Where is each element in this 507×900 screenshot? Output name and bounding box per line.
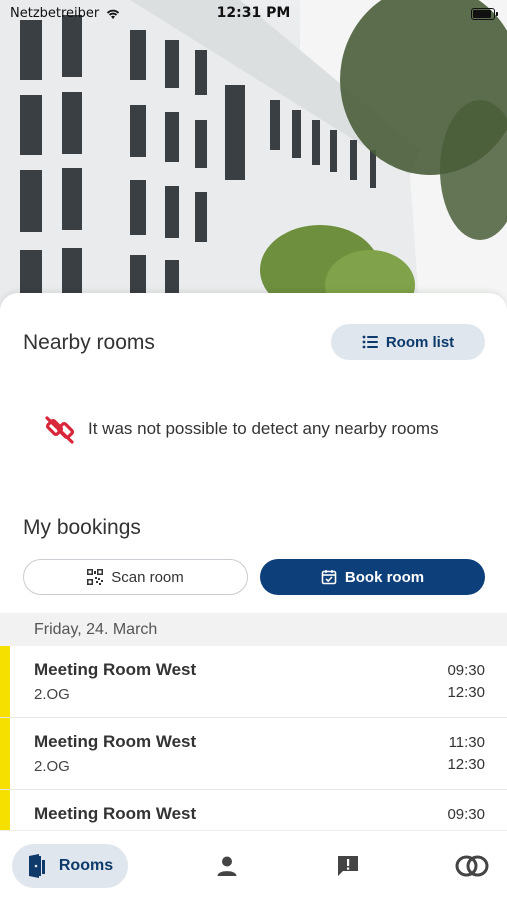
booking-date-header: Friday, 24. March bbox=[0, 613, 507, 646]
battery-icon bbox=[471, 8, 498, 20]
rooms-icon bbox=[28, 854, 45, 878]
list-icon bbox=[362, 335, 378, 349]
booking-room-name: Meeting Room West bbox=[34, 732, 197, 751]
status-bar: Netzbetreiber 12:31 PM bbox=[0, 0, 507, 30]
scan-room-label: Scan room bbox=[111, 568, 184, 586]
scan-room-button[interactable]: Scan room bbox=[23, 559, 248, 595]
booking-floor: 2.OG bbox=[34, 758, 70, 775]
tab-profile[interactable] bbox=[214, 853, 240, 879]
qr-code-icon bbox=[87, 569, 104, 585]
calendar-check-icon bbox=[321, 570, 337, 585]
nearby-empty-state: It was not possible to detect any nearby… bbox=[44, 413, 439, 445]
nearby-rooms-title: Nearby rooms bbox=[23, 331, 155, 354]
tab-rooms[interactable]: Rooms bbox=[12, 844, 128, 888]
booking-status-marker bbox=[0, 646, 10, 717]
app-logo-icon bbox=[455, 855, 489, 877]
room-list-label: Room list bbox=[385, 333, 455, 351]
status-time: 12:31 PM bbox=[216, 5, 291, 21]
book-room-button[interactable]: Book room bbox=[260, 559, 485, 595]
header-building-image bbox=[0, 0, 507, 320]
bottom-tab-bar: Rooms bbox=[0, 830, 507, 900]
tab-rooms-label: Rooms bbox=[58, 857, 114, 874]
booking-start-time: 09:30 bbox=[447, 806, 485, 823]
room-list-button[interactable]: Room list bbox=[331, 324, 485, 360]
profile-icon bbox=[217, 856, 237, 876]
booking-row[interactable]: Meeting Room West 2.OG 09:30 12:30 bbox=[0, 646, 507, 718]
nearby-empty-message: It was not possible to detect any nearby… bbox=[88, 419, 439, 438]
booking-end-time: 12:30 bbox=[447, 684, 485, 701]
booking-floor: 2.OG bbox=[34, 686, 70, 703]
booking-room-name: Meeting Room West bbox=[34, 804, 197, 823]
booking-room-name: Meeting Room West bbox=[34, 660, 197, 679]
booking-end-time: 12:30 bbox=[447, 756, 485, 773]
booking-row[interactable]: Meeting Room West 2.OG 11:30 12:30 bbox=[0, 718, 507, 790]
tab-app-logo[interactable] bbox=[455, 853, 489, 879]
booking-start-time: 09:30 bbox=[447, 662, 485, 679]
feedback-icon bbox=[338, 856, 358, 876]
booking-status-marker bbox=[0, 718, 10, 789]
my-bookings-title: My bookings bbox=[23, 516, 141, 539]
booking-start-time: 11:30 bbox=[448, 734, 485, 751]
tab-feedback[interactable] bbox=[335, 853, 361, 879]
book-room-label: Book room bbox=[344, 568, 425, 586]
content-sheet: Nearby rooms Room list It was not possib… bbox=[0, 293, 507, 900]
broken-link-icon bbox=[45, 416, 75, 444]
